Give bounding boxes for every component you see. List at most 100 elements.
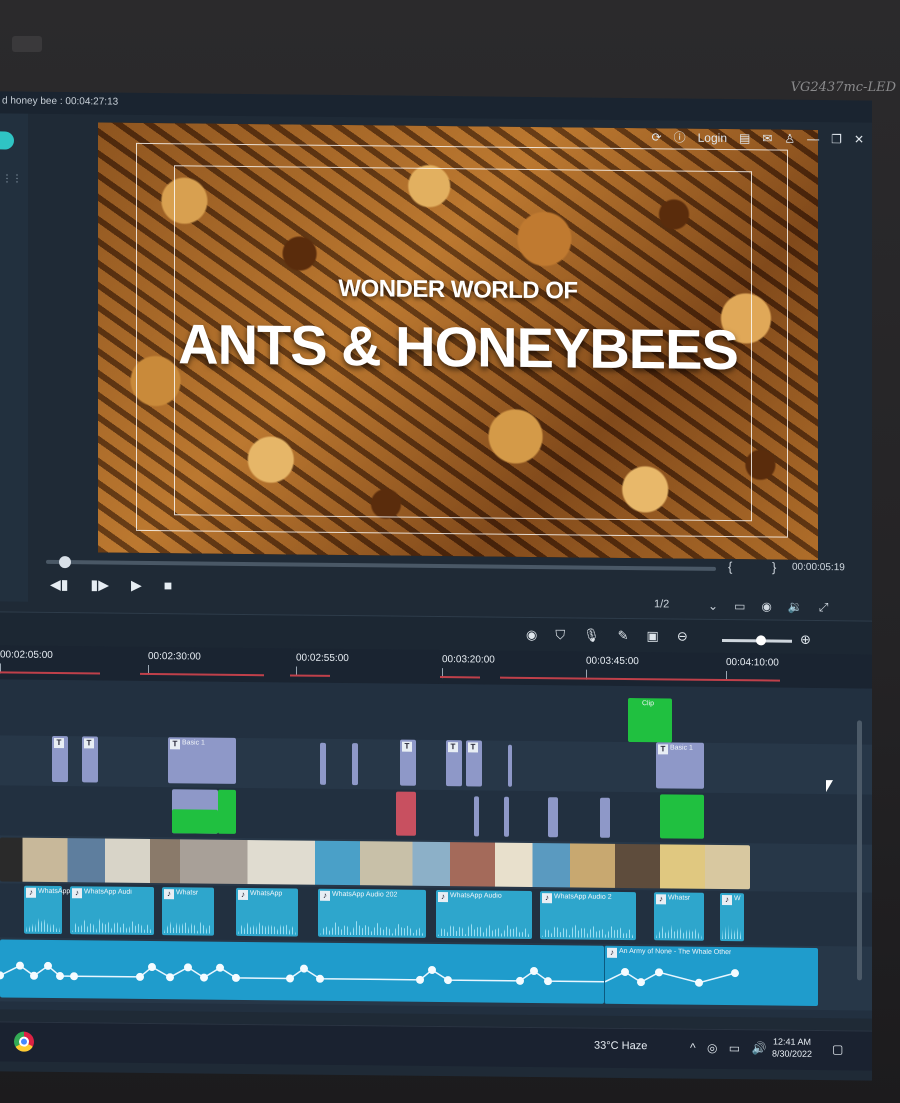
audio-clip[interactable]: ♪ WhatsApp Audio <box>436 890 532 940</box>
track-audio: ♪ WhatsApp Au ♪ WhatsApp Audi ♪ Whatsr ♪ Wha… <box>0 883 872 944</box>
pip-clip[interactable] <box>474 796 479 837</box>
ruler-tick: 00:04:10:00 <box>726 657 779 669</box>
green-clip[interactable] <box>218 789 236 834</box>
ruler-tick: 00:03:45:00 <box>586 655 639 668</box>
pip-clip[interactable] <box>396 791 416 836</box>
mark-in-out[interactable]: { } <box>728 559 794 575</box>
current-timecode: 00:00:05:19 <box>792 561 845 574</box>
volume-keyframes[interactable] <box>605 946 819 1006</box>
music-clip[interactable]: ♪ An Army of None - The Whale Other <box>604 945 819 1007</box>
close-icon[interactable]: ✕ <box>854 132 864 146</box>
ruler-tick: 00:02:05:00 <box>0 649 53 661</box>
clock[interactable]: 12:41 AM 8/30/2022 <box>772 1036 812 1060</box>
edit-icon[interactable]: ✎ <box>618 628 629 644</box>
playback-scrubber[interactable] <box>46 556 716 571</box>
project-title: d honey bee : 00:04:27:13 <box>2 95 119 108</box>
video-clips[interactable] <box>0 837 750 890</box>
green-clip[interactable]: Clip <box>628 698 672 743</box>
title-clip[interactable]: T Basic 1 <box>168 737 236 784</box>
timeline-tools: ◉ ⛉ 🎙 ✎ ▣ ⊖ <box>526 627 688 645</box>
title-clip[interactable]: T <box>400 739 416 786</box>
notification-icon[interactable]: ▢ <box>832 1042 843 1056</box>
audio-clip[interactable]: ♪ WhatsApp Audio 2 <box>540 891 636 941</box>
mouse-cursor <box>826 780 833 793</box>
clock-time: 12:41 AM <box>773 1036 812 1047</box>
user-icon[interactable]: ♙ <box>784 131 795 145</box>
monitor-model: VG2437mc-LED <box>790 80 896 95</box>
fullscreen-icon[interactable]: ⤢ <box>819 600 829 615</box>
title-clip[interactable]: T <box>446 740 462 787</box>
top-toolbar: ⟳ ⓘ Login ▤ ✉ ♙ — ❐ ✕ <box>652 128 864 147</box>
title-clip[interactable]: T Basic 1 <box>656 742 704 789</box>
login-button[interactable]: Login <box>698 130 727 144</box>
chrome-icon[interactable] <box>14 1031 34 1052</box>
track-music: ♪ An Army of None - The Whale Other <box>0 937 872 1011</box>
audio-clip[interactable]: ♪ W <box>720 892 744 942</box>
webcam <box>12 36 42 52</box>
subtitle-icon[interactable]: ▣ <box>647 628 659 644</box>
music-clip[interactable] <box>0 939 604 1004</box>
play-icon[interactable]: ▶ <box>131 577 142 594</box>
monitor-icon[interactable]: ▭ <box>734 599 745 614</box>
minimize-icon[interactable]: — <box>807 131 819 145</box>
zoom-in-icon[interactable]: ⊕ <box>800 632 811 648</box>
audio-clip[interactable]: ♪ WhatsApp Audio 202 <box>318 888 426 938</box>
stop-icon[interactable]: ■ <box>164 577 172 594</box>
title-clip[interactable]: T <box>52 735 68 783</box>
info-icon[interactable]: ⓘ <box>674 128 686 145</box>
prev-frame-icon[interactable]: ◀▮ <box>50 576 68 593</box>
preview-title: ANTS & HONEYBEES <box>178 312 738 382</box>
mail-icon[interactable]: ✉ <box>762 131 772 145</box>
save-icon[interactable]: ▤ <box>739 131 750 145</box>
playback-controls: ◀▮ ▮▶ ▶ ■ <box>50 576 172 594</box>
render-bar <box>440 676 480 679</box>
clock-date: 8/30/2022 <box>772 1048 813 1059</box>
preview-options: ⌄ ▭ ◉ 🔉 ⤢ <box>708 599 828 615</box>
audio-clip[interactable]: ♪ WhatsApp Audi <box>70 886 154 936</box>
monitor-bezel: VG2437mc-LED d honey bee : 00:04:27:13 ⟳… <box>0 0 900 1103</box>
pip-clip[interactable] <box>548 797 558 838</box>
zoom-knob[interactable] <box>756 635 766 646</box>
grid-icon[interactable]: ⋮⋮ <box>2 173 22 184</box>
track-titles: T T T Basic 1 T T T T Basic 1 <box>0 735 872 795</box>
left-panel: ⋮⋮ <box>0 113 28 602</box>
title-clip[interactable] <box>508 744 512 787</box>
render-bar <box>290 674 330 677</box>
timeline-tracks: Clip T T T Basic 1 T T T T Basic 1 ♪ Wha… <box>0 679 872 1019</box>
volume-keyframes[interactable] <box>0 939 604 1003</box>
green-clip[interactable] <box>172 809 218 834</box>
green-clip[interactable] <box>660 794 704 839</box>
shield-icon[interactable]: ⛉ <box>555 627 565 643</box>
title-clip[interactable] <box>320 742 326 785</box>
weather-widget[interactable]: 33°C Haze <box>594 1040 647 1053</box>
track-overlay: Clip <box>0 689 872 743</box>
tray-icons[interactable]: ^ ◎ ▭ 🔊 <box>690 1041 770 1056</box>
audio-clip[interactable]: ♪ WhatsApp <box>236 887 298 937</box>
window-titlebar: d honey bee : 00:04:27:13 <box>0 91 872 123</box>
panel-toggle[interactable] <box>0 131 14 150</box>
mic-icon[interactable]: 🎙 <box>583 628 600 644</box>
audio-clip[interactable]: ♪ WhatsApp Au <box>24 885 80 935</box>
render-icon[interactable]: ◉ <box>526 627 537 643</box>
title-clip[interactable]: T <box>466 740 482 787</box>
screen: d honey bee : 00:04:27:13 ⟳ ⓘ Login ▤ ✉ … <box>0 91 872 1081</box>
snapshot-icon[interactable]: ◉ <box>761 599 771 614</box>
title-clip[interactable]: T <box>82 736 98 783</box>
video-preview[interactable]: WONDER WORLD OF ANTS & HONEYBEES <box>98 122 818 561</box>
pip-clip[interactable] <box>600 797 610 838</box>
timeline-scrollbar[interactable] <box>857 720 862 981</box>
restore-icon[interactable]: ❐ <box>831 132 842 146</box>
audio-clip[interactable]: ♪ Whatsr <box>654 892 704 941</box>
audio-clip[interactable]: ♪ Whatsr <box>162 887 214 936</box>
zoom-out-icon[interactable]: ⊖ <box>677 629 688 645</box>
next-frame-icon[interactable]: ▮▶ <box>90 576 108 593</box>
volume-icon[interactable]: 🔉 <box>788 600 803 615</box>
refresh-icon[interactable]: ⟳ <box>652 130 662 144</box>
title-clip[interactable] <box>352 743 358 786</box>
ruler-tick: 00:03:20:00 <box>442 654 495 666</box>
ruler-tick: 00:02:55:00 <box>296 652 349 665</box>
scrubber-knob[interactable] <box>59 556 72 569</box>
preview-quality[interactable]: 1/2 <box>654 598 669 610</box>
chevron-down-icon[interactable]: ⌄ <box>708 599 718 614</box>
pip-clip[interactable] <box>504 796 509 837</box>
